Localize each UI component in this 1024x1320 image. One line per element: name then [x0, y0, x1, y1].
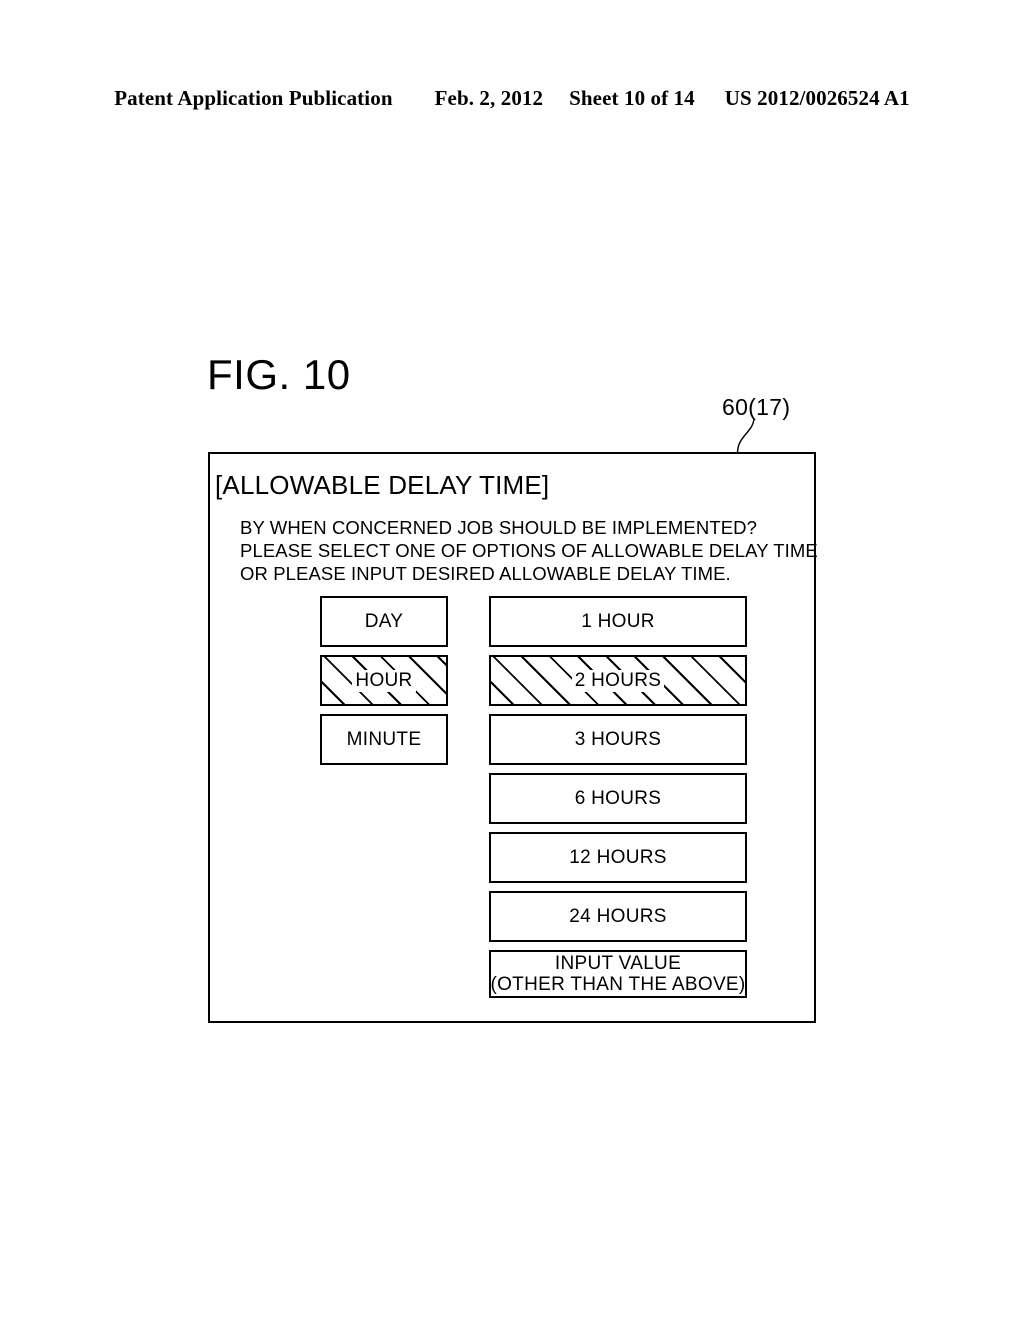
- publication-title: Patent Application Publication: [114, 86, 393, 110]
- input-value-line-1: INPUT VALUE: [554, 953, 682, 974]
- delay-value-button-3-hours-label: 3 HOURS: [574, 728, 662, 750]
- delay-value-button-24-hours-label: 24 HOURS: [569, 905, 667, 927]
- delay-value-button-6-hours[interactable]: 6 HOURS: [489, 773, 747, 824]
- instruction-line-3: OR PLEASE INPUT DESIRED ALLOWABLE DELAY …: [240, 563, 731, 584]
- instruction-line-1: BY WHEN CONCERNED JOB SHOULD BE IMPLEMEN…: [240, 517, 758, 538]
- time-unit-button-minute-label: MINUTE: [346, 728, 422, 750]
- delay-value-button-2-hours-label: 2 HOURS: [571, 669, 665, 692]
- delay-value-button-2-hours[interactable]: 2 HOURS: [489, 655, 747, 706]
- delay-value-button-24-hours[interactable]: 24 HOURS: [489, 891, 747, 942]
- delay-value-button-3-hours[interactable]: 3 HOURS: [489, 714, 747, 765]
- time-unit-button-day[interactable]: DAY: [320, 596, 448, 647]
- sheet-number: Sheet 10 of 14: [569, 86, 695, 110]
- time-unit-button-day-label: DAY: [364, 610, 404, 632]
- time-unit-button-minute[interactable]: MINUTE: [320, 714, 448, 765]
- delay-value-button-6-hours-label: 6 HOURS: [574, 787, 662, 809]
- panel-instructions: BY WHEN CONCERNED JOB SHOULD BE IMPLEMEN…: [240, 516, 818, 585]
- reference-numeral-label: 60(17): [722, 394, 791, 420]
- time-unit-option-group: DAY HOUR MINUTE: [320, 596, 448, 773]
- patent-header: Patent Application Publication Feb. 2, 2…: [0, 86, 1024, 111]
- delay-value-option-group: 1 HOUR 2 HOURS 3 HOURS 6 HOURS 12 HOURS …: [489, 596, 747, 1006]
- delay-value-button-1-hour[interactable]: 1 HOUR: [489, 596, 747, 647]
- delay-value-button-12-hours[interactable]: 12 HOURS: [489, 832, 747, 883]
- time-unit-button-hour-label: HOUR: [352, 669, 416, 692]
- delay-value-button-12-hours-label: 12 HOURS: [569, 846, 667, 868]
- delay-value-button-input-value-label: INPUT VALUE (OTHER THAN THE ABOVE): [490, 953, 746, 995]
- input-value-line-2: (OTHER THAN THE ABOVE): [490, 974, 746, 995]
- figure-title: FIG. 10: [207, 351, 351, 398]
- patent-number: US 2012/0026524 A1: [724, 86, 910, 110]
- publication-date: Feb. 2, 2012: [434, 86, 544, 110]
- instruction-line-2: PLEASE SELECT ONE OF OPTIONS OF ALLOWABL…: [240, 540, 818, 561]
- delay-value-button-input-value[interactable]: INPUT VALUE (OTHER THAN THE ABOVE): [489, 950, 747, 998]
- delay-value-button-1-hour-label: 1 HOUR: [581, 610, 655, 632]
- time-unit-button-hour[interactable]: HOUR: [320, 655, 448, 706]
- allowable-delay-time-screen: [ALLOWABLE DELAY TIME] BY WHEN CONCERNED…: [208, 452, 818, 1023]
- panel-heading: [ALLOWABLE DELAY TIME]: [215, 470, 550, 500]
